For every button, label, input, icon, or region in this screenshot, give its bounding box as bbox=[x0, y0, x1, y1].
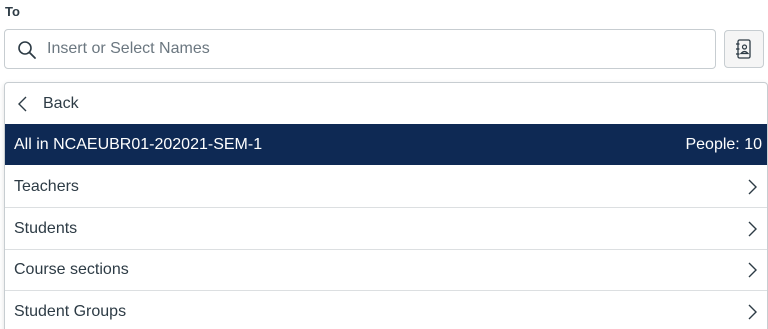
chevron-right-icon bbox=[748, 221, 757, 237]
chevron-right-icon bbox=[748, 262, 757, 278]
back-menu-item[interactable]: Back bbox=[5, 83, 767, 124]
all-in-course-item[interactable]: All in NCAEUBR01-202021-SEM-1 People: 10 bbox=[5, 124, 767, 165]
address-book-button[interactable] bbox=[724, 30, 764, 68]
chevron-right-icon bbox=[748, 304, 757, 320]
all-in-course-label: All in NCAEUBR01-202021-SEM-1 bbox=[14, 135, 263, 153]
menu-item-label: Course sections bbox=[14, 260, 129, 278]
to-label: To bbox=[5, 4, 20, 19]
menu-item-label: Student Groups bbox=[14, 302, 127, 320]
menu-item-course-sections[interactable]: Course sections bbox=[5, 249, 767, 290]
recipient-search-box[interactable] bbox=[4, 29, 716, 69]
back-label: Back bbox=[43, 94, 79, 112]
menu-item-label: Teachers bbox=[14, 177, 79, 195]
menu-item-students[interactable]: Students bbox=[5, 208, 767, 249]
address-book-icon bbox=[736, 39, 751, 59]
menu-item-teachers[interactable]: Teachers bbox=[5, 166, 767, 207]
menu-item-label: Students bbox=[14, 219, 78, 237]
search-icon bbox=[18, 41, 36, 59]
chevron-left-icon bbox=[18, 96, 27, 112]
chevron-right-icon bbox=[748, 179, 757, 195]
menu-item-student-groups[interactable]: Student Groups bbox=[5, 291, 767, 329]
recipient-dropdown-menu: Back All in NCAEUBR01-202021-SEM-1 Peopl… bbox=[4, 82, 768, 329]
recipient-search-input[interactable] bbox=[47, 30, 707, 68]
people-count: People: 10 bbox=[685, 135, 762, 153]
